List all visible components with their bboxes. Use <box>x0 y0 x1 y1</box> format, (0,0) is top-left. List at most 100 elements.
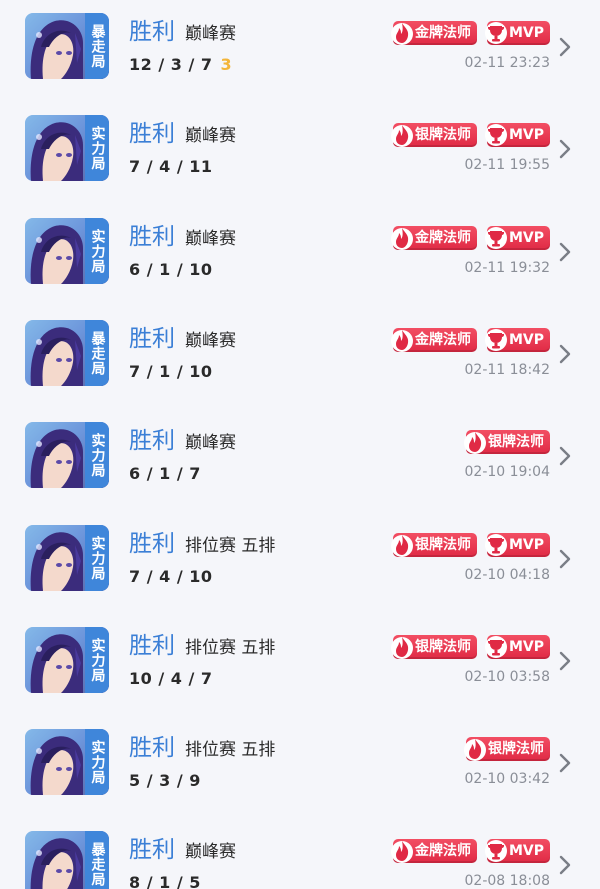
chevron-right-icon[interactable] <box>558 241 572 263</box>
trophy-icon <box>484 22 507 44</box>
badge-label: 银牌法师 <box>488 434 544 450</box>
badge-label: 金牌法师 <box>414 843 471 859</box>
trophy-icon <box>484 534 507 556</box>
result-label: 胜利 <box>129 428 175 454</box>
badge-label: MVP <box>508 230 544 246</box>
mode-tag: 实力局 <box>85 422 109 488</box>
mvp-badge: MVP <box>484 21 550 45</box>
match-history-list: 暴走局 胜利 巅峰赛 12 / 3 / 7 3 金牌法师 MVP 02-11 23:… <box>0 0 600 889</box>
mode-tag: 实力局 <box>85 729 109 795</box>
match-type-label: 巅峰赛 <box>185 24 236 44</box>
title-badge: 银牌法师 <box>390 123 477 147</box>
match-record-row[interactable]: 暴走局 胜利 巅峰赛 7 / 1 / 10 金牌法师 MVP 02-11 18:4… <box>0 317 600 413</box>
badge-group: 银牌法师 <box>464 429 550 455</box>
hero-avatar: 实力局 <box>25 525 109 591</box>
match-record-row[interactable]: 实力局 胜利 排位赛 五排 7 / 4 / 10 银牌法师 MVP 02-10 0… <box>0 522 600 618</box>
hero-avatar: 实力局 <box>25 218 109 284</box>
title-badge: 银牌法师 <box>390 533 477 557</box>
match-record-row[interactable]: 实力局 胜利 巅峰赛 6 / 1 / 10 金牌法师 MVP 02-11 19:3… <box>0 215 600 311</box>
chevron-right-icon[interactable] <box>558 343 572 365</box>
trophy-icon <box>484 124 507 146</box>
chevron-right-icon[interactable] <box>558 548 572 570</box>
hero-avatar: 暴走局 <box>25 13 109 79</box>
title-badge: 银牌法师 <box>390 635 477 659</box>
mode-tag: 实力局 <box>85 627 109 693</box>
match-record-row[interactable]: 暴走局 胜利 巅峰赛 8 / 1 / 5 金牌法师 MVP 02-08 18:08 <box>0 828 600 889</box>
result-label: 胜利 <box>129 837 175 863</box>
badge-group: 银牌法师 MVP <box>390 122 550 148</box>
match-time: 02-10 04:18 <box>464 567 550 583</box>
badge-label: MVP <box>508 639 544 655</box>
mvp-badge: MVP <box>484 635 550 659</box>
chevron-right-icon[interactable] <box>558 752 572 774</box>
kda-value: 8 / 1 / 5 <box>129 873 201 889</box>
kda-text: 10 / 4 / 7 <box>129 668 213 690</box>
match-type-label: 排位赛 五排 <box>185 638 276 658</box>
title-badge: 金牌法师 <box>390 226 477 250</box>
result-label: 胜利 <box>129 121 175 147</box>
chevron-right-icon[interactable] <box>558 36 572 58</box>
match-type-label: 巅峰赛 <box>185 229 236 249</box>
kda-value: 5 / 3 / 9 <box>129 771 201 790</box>
kda-text: 7 / 4 / 11 <box>129 156 213 178</box>
match-record-row[interactable]: 实力局 胜利 巅峰赛 6 / 1 / 7 银牌法师 02-10 19:04 <box>0 419 600 515</box>
match-time: 02-11 19:55 <box>464 157 550 173</box>
badge-label: 银牌法师 <box>414 537 471 553</box>
match-type-label: 巅峰赛 <box>185 331 236 351</box>
flame-icon <box>390 125 413 147</box>
mode-tag: 暴走局 <box>85 320 109 386</box>
badge-label: 银牌法师 <box>414 639 471 655</box>
kda-text: 5 / 3 / 9 <box>129 770 201 792</box>
badge-group: 金牌法师 MVP <box>390 20 550 46</box>
flame-icon <box>390 535 413 557</box>
result-label: 胜利 <box>129 735 175 761</box>
flame-icon <box>464 432 486 454</box>
match-record-row[interactable]: 实力局 胜利 排位赛 五排 10 / 4 / 7 银牌法师 MVP 02-10 0… <box>0 624 600 720</box>
trophy-icon <box>484 227 507 249</box>
chevron-right-icon[interactable] <box>558 445 572 467</box>
hero-avatar: 实力局 <box>25 627 109 693</box>
badge-group: 金牌法师 MVP <box>390 327 550 353</box>
mvp-badge: MVP <box>484 328 550 352</box>
match-record-row[interactable]: 实力局 胜利 巅峰赛 7 / 4 / 11 银牌法师 MVP 02-11 19:5… <box>0 112 600 208</box>
match-time: 02-08 18:08 <box>464 873 550 889</box>
match-record-row[interactable]: 暴走局 胜利 巅峰赛 12 / 3 / 7 3 金牌法师 MVP 02-11 23:… <box>0 10 600 106</box>
badge-label: MVP <box>508 25 544 41</box>
match-type-label: 巅峰赛 <box>185 842 236 862</box>
mode-tag: 暴走局 <box>85 831 109 889</box>
trophy-icon <box>484 636 507 658</box>
match-record-row[interactable]: 实力局 胜利 排位赛 五排 5 / 3 / 9 银牌法师 02-10 03:42 <box>0 726 600 822</box>
badge-group: 金牌法师 MVP <box>390 838 550 864</box>
result-label: 胜利 <box>129 633 175 659</box>
hero-avatar: 暴走局 <box>25 831 109 889</box>
badge-group: 银牌法师 MVP <box>390 634 550 660</box>
title-badge: 金牌法师 <box>390 21 477 45</box>
title-badge: 银牌法师 <box>464 737 550 761</box>
badge-label: 金牌法师 <box>414 230 471 246</box>
trophy-icon <box>484 840 507 862</box>
badge-label: MVP <box>508 537 544 553</box>
mvp-badge: MVP <box>484 533 550 557</box>
extra-count: 3 <box>220 55 233 74</box>
kda-value: 7 / 4 / 10 <box>129 567 213 586</box>
chevron-right-icon[interactable] <box>558 650 572 672</box>
kda-text: 7 / 1 / 10 <box>129 361 213 383</box>
match-type-label: 排位赛 五排 <box>185 740 276 760</box>
trophy-icon <box>484 329 507 351</box>
result-label: 胜利 <box>129 531 175 557</box>
badge-group: 银牌法师 <box>464 736 550 762</box>
chevron-right-icon[interactable] <box>558 138 572 160</box>
match-time: 02-11 18:42 <box>464 362 550 378</box>
hero-avatar: 实力局 <box>25 115 109 181</box>
match-time: 02-11 19:32 <box>464 260 550 276</box>
kda-text: 12 / 3 / 7 3 <box>129 54 232 76</box>
mode-tag: 暴走局 <box>85 13 109 79</box>
kda-text: 8 / 1 / 5 <box>129 872 201 889</box>
match-time: 02-10 03:42 <box>464 771 550 787</box>
badge-group: 银牌法师 MVP <box>390 532 550 558</box>
mvp-badge: MVP <box>484 226 550 250</box>
kda-value: 6 / 1 / 10 <box>129 260 213 279</box>
chevron-right-icon[interactable] <box>558 854 572 876</box>
result-label: 胜利 <box>129 224 175 250</box>
kda-value: 6 / 1 / 7 <box>129 464 201 483</box>
